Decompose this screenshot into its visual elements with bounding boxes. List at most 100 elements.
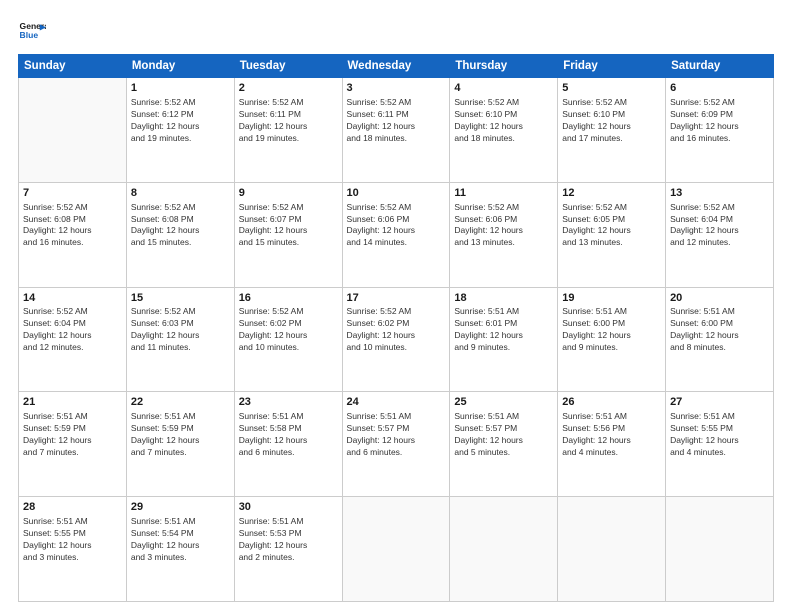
day-info: Sunrise: 5:51 AM Sunset: 5:53 PM Dayligh… — [239, 516, 338, 564]
day-number: 7 — [23, 186, 122, 201]
day-number: 23 — [239, 395, 338, 410]
day-number: 21 — [23, 395, 122, 410]
day-number: 19 — [562, 291, 661, 306]
calendar-cell: 1Sunrise: 5:52 AM Sunset: 6:12 PM Daylig… — [126, 78, 234, 183]
day-number: 22 — [131, 395, 230, 410]
day-info: Sunrise: 5:52 AM Sunset: 6:12 PM Dayligh… — [131, 97, 230, 145]
day-info: Sunrise: 5:52 AM Sunset: 6:07 PM Dayligh… — [239, 202, 338, 250]
calendar-cell: 28Sunrise: 5:51 AM Sunset: 5:55 PM Dayli… — [19, 497, 127, 602]
calendar-cell: 18Sunrise: 5:51 AM Sunset: 6:01 PM Dayli… — [450, 287, 558, 392]
day-number: 1 — [131, 81, 230, 96]
calendar-header-wednesday: Wednesday — [342, 55, 450, 78]
header: General Blue — [18, 18, 774, 46]
calendar-cell: 27Sunrise: 5:51 AM Sunset: 5:55 PM Dayli… — [666, 392, 774, 497]
calendar-cell: 13Sunrise: 5:52 AM Sunset: 6:04 PM Dayli… — [666, 182, 774, 287]
day-number: 25 — [454, 395, 553, 410]
day-info: Sunrise: 5:51 AM Sunset: 6:00 PM Dayligh… — [562, 306, 661, 354]
day-info: Sunrise: 5:52 AM Sunset: 6:02 PM Dayligh… — [347, 306, 446, 354]
day-number: 14 — [23, 291, 122, 306]
calendar-cell: 3Sunrise: 5:52 AM Sunset: 6:11 PM Daylig… — [342, 78, 450, 183]
day-number: 2 — [239, 81, 338, 96]
day-number: 4 — [454, 81, 553, 96]
calendar-cell: 9Sunrise: 5:52 AM Sunset: 6:07 PM Daylig… — [234, 182, 342, 287]
day-number: 12 — [562, 186, 661, 201]
calendar-cell: 23Sunrise: 5:51 AM Sunset: 5:58 PM Dayli… — [234, 392, 342, 497]
day-number: 26 — [562, 395, 661, 410]
day-info: Sunrise: 5:52 AM Sunset: 6:03 PM Dayligh… — [131, 306, 230, 354]
day-info: Sunrise: 5:52 AM Sunset: 6:08 PM Dayligh… — [23, 202, 122, 250]
day-number: 8 — [131, 186, 230, 201]
calendar-cell: 15Sunrise: 5:52 AM Sunset: 6:03 PM Dayli… — [126, 287, 234, 392]
day-number: 30 — [239, 500, 338, 515]
day-info: Sunrise: 5:52 AM Sunset: 6:06 PM Dayligh… — [347, 202, 446, 250]
calendar-cell: 21Sunrise: 5:51 AM Sunset: 5:59 PM Dayli… — [19, 392, 127, 497]
calendar-cell: 26Sunrise: 5:51 AM Sunset: 5:56 PM Dayli… — [558, 392, 666, 497]
day-number: 5 — [562, 81, 661, 96]
calendar-cell: 7Sunrise: 5:52 AM Sunset: 6:08 PM Daylig… — [19, 182, 127, 287]
day-info: Sunrise: 5:52 AM Sunset: 6:11 PM Dayligh… — [239, 97, 338, 145]
day-number: 11 — [454, 186, 553, 201]
day-info: Sunrise: 5:51 AM Sunset: 5:56 PM Dayligh… — [562, 411, 661, 459]
calendar-cell: 17Sunrise: 5:52 AM Sunset: 6:02 PM Dayli… — [342, 287, 450, 392]
calendar-cell: 5Sunrise: 5:52 AM Sunset: 6:10 PM Daylig… — [558, 78, 666, 183]
day-number: 29 — [131, 500, 230, 515]
day-info: Sunrise: 5:52 AM Sunset: 6:10 PM Dayligh… — [454, 97, 553, 145]
day-number: 18 — [454, 291, 553, 306]
day-number: 13 — [670, 186, 769, 201]
day-info: Sunrise: 5:51 AM Sunset: 5:57 PM Dayligh… — [454, 411, 553, 459]
day-number: 9 — [239, 186, 338, 201]
day-number: 16 — [239, 291, 338, 306]
calendar-header-thursday: Thursday — [450, 55, 558, 78]
day-info: Sunrise: 5:52 AM Sunset: 6:04 PM Dayligh… — [670, 202, 769, 250]
day-info: Sunrise: 5:52 AM Sunset: 6:08 PM Dayligh… — [131, 202, 230, 250]
calendar-header-sunday: Sunday — [19, 55, 127, 78]
day-info: Sunrise: 5:52 AM Sunset: 6:05 PM Dayligh… — [562, 202, 661, 250]
day-info: Sunrise: 5:51 AM Sunset: 6:01 PM Dayligh… — [454, 306, 553, 354]
calendar-header-friday: Friday — [558, 55, 666, 78]
day-info: Sunrise: 5:52 AM Sunset: 6:09 PM Dayligh… — [670, 97, 769, 145]
calendar-cell: 30Sunrise: 5:51 AM Sunset: 5:53 PM Dayli… — [234, 497, 342, 602]
calendar-cell: 14Sunrise: 5:52 AM Sunset: 6:04 PM Dayli… — [19, 287, 127, 392]
calendar-cell: 24Sunrise: 5:51 AM Sunset: 5:57 PM Dayli… — [342, 392, 450, 497]
logo-icon: General Blue — [18, 18, 46, 46]
calendar-cell: 11Sunrise: 5:52 AM Sunset: 6:06 PM Dayli… — [450, 182, 558, 287]
day-number: 27 — [670, 395, 769, 410]
week-row-4: 21 Sunrise: 5:51 AM Sunset: 5:59 PM Dayli… — [19, 392, 774, 497]
calendar-cell: 20Sunrise: 5:51 AM Sunset: 6:00 PM Dayli… — [666, 287, 774, 392]
calendar-cell — [666, 497, 774, 602]
svg-text:Blue: Blue — [20, 30, 39, 40]
day-number: 17 — [347, 291, 446, 306]
day-info: Sunrise: 5:51 AM Sunset: 5:55 PM Dayligh… — [23, 516, 122, 564]
calendar-header-monday: Monday — [126, 55, 234, 78]
calendar-header-saturday: Saturday — [666, 55, 774, 78]
day-info: Sunrise: 5:51 AM Sunset: 5:54 PM Dayligh… — [131, 516, 230, 564]
calendar-cell: 4Sunrise: 5:52 AM Sunset: 6:10 PM Daylig… — [450, 78, 558, 183]
day-info: Sunrise: 5:52 AM Sunset: 6:02 PM Dayligh… — [239, 306, 338, 354]
week-row-2: 7Sunrise: 5:52 AM Sunset: 6:08 PM Daylig… — [19, 182, 774, 287]
page: General Blue SundayMondayTuesdayWednesda… — [0, 0, 792, 612]
calendar-cell: 19Sunrise: 5:51 AM Sunset: 6:00 PM Dayli… — [558, 287, 666, 392]
calendar-cell — [558, 497, 666, 602]
calendar-cell — [19, 78, 127, 183]
day-info: Sunrise: 5:52 AM Sunset: 6:06 PM Dayligh… — [454, 202, 553, 250]
calendar-cell: 6Sunrise: 5:52 AM Sunset: 6:09 PM Daylig… — [666, 78, 774, 183]
calendar-cell — [450, 497, 558, 602]
day-info: Sunrise: 5:51 AM Sunset: 5:59 PM Dayligh… — [131, 411, 230, 459]
day-number: 10 — [347, 186, 446, 201]
calendar-table: SundayMondayTuesdayWednesdayThursdayFrid… — [18, 54, 774, 602]
calendar-cell: 8Sunrise: 5:52 AM Sunset: 6:08 PM Daylig… — [126, 182, 234, 287]
calendar-cell — [342, 497, 450, 602]
day-info: Sunrise: 5:52 AM Sunset: 6:10 PM Dayligh… — [562, 97, 661, 145]
calendar-cell: 12Sunrise: 5:52 AM Sunset: 6:05 PM Dayli… — [558, 182, 666, 287]
day-number: 15 — [131, 291, 230, 306]
week-row-3: 14Sunrise: 5:52 AM Sunset: 6:04 PM Dayli… — [19, 287, 774, 392]
calendar-cell: 10Sunrise: 5:52 AM Sunset: 6:06 PM Dayli… — [342, 182, 450, 287]
day-number: 24 — [347, 395, 446, 410]
calendar-cell: 25Sunrise: 5:51 AM Sunset: 5:57 PM Dayli… — [450, 392, 558, 497]
day-info: Sunrise: 5:52 AM Sunset: 6:04 PM Dayligh… — [23, 306, 122, 354]
calendar-cell: 16Sunrise: 5:52 AM Sunset: 6:02 PM Dayli… — [234, 287, 342, 392]
calendar-cell: 22Sunrise: 5:51 AM Sunset: 5:59 PM Dayli… — [126, 392, 234, 497]
day-number: 3 — [347, 81, 446, 96]
day-info: Sunrise: 5:51 AM Sunset: 5:57 PM Dayligh… — [347, 411, 446, 459]
week-row-1: 1Sunrise: 5:52 AM Sunset: 6:12 PM Daylig… — [19, 78, 774, 183]
